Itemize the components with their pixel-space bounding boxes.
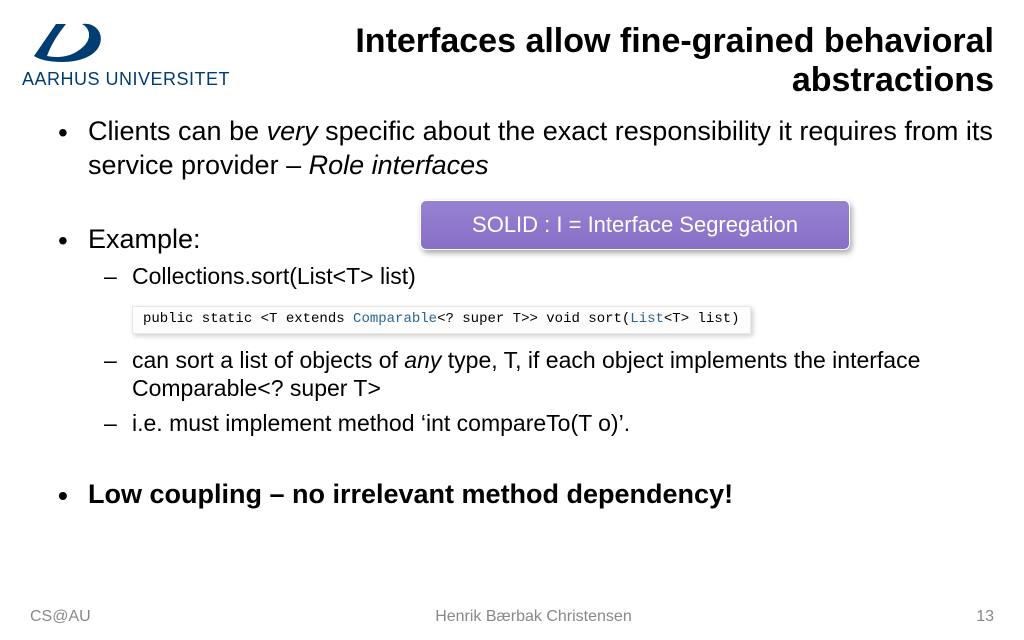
sub-bullet-sort: Collections.sort(List<T> list)	[88, 262, 994, 291]
text: can sort a list of objects of	[132, 347, 404, 373]
content-area: Clients can be very specific about the e…	[50, 115, 994, 524]
slide-title: Interfaces allow fine-grained behavioral…	[200, 22, 994, 100]
bullet-lowcoupling: Low coupling – no irrelevant method depe…	[50, 478, 994, 512]
footer-left: CS@AU	[30, 608, 91, 626]
sub-bullet-anytype: can sort a list of objects of any type, …	[88, 346, 994, 404]
text-italic: Role interfaces	[309, 150, 489, 180]
text: Example:	[88, 224, 201, 254]
footer-right: 13	[976, 608, 994, 626]
code-text: <T> list)	[664, 311, 740, 327]
bullet-example: Example: Collections.sort(List<T> list) …	[50, 223, 994, 438]
code-type: Comparable	[353, 311, 437, 327]
au-logo-icon	[22, 18, 112, 63]
code-type: List	[630, 311, 664, 327]
sub-bullet-compareto: i.e. must implement method ‘int compareT…	[88, 409, 994, 438]
code-text: public static <T extends	[143, 311, 353, 327]
footer: CS@AU Henrik Bærbak Christensen 13	[0, 608, 1024, 626]
code-text: <? super T>> void sort(	[437, 311, 630, 327]
text-italic: any	[404, 347, 441, 373]
solid-callout: SOLID : I = Interface Segregation	[420, 200, 850, 250]
slide: AARHUS UNIVERSITET Interfaces allow fine…	[0, 0, 1024, 640]
footer-center: Henrik Bærbak Christensen	[435, 608, 632, 626]
text-italic: very	[267, 116, 318, 146]
bullet-clients: Clients can be very specific about the e…	[50, 115, 994, 183]
code-snippet: public static <T extends Comparable<? su…	[132, 306, 751, 334]
text: Clients can be	[88, 116, 267, 146]
